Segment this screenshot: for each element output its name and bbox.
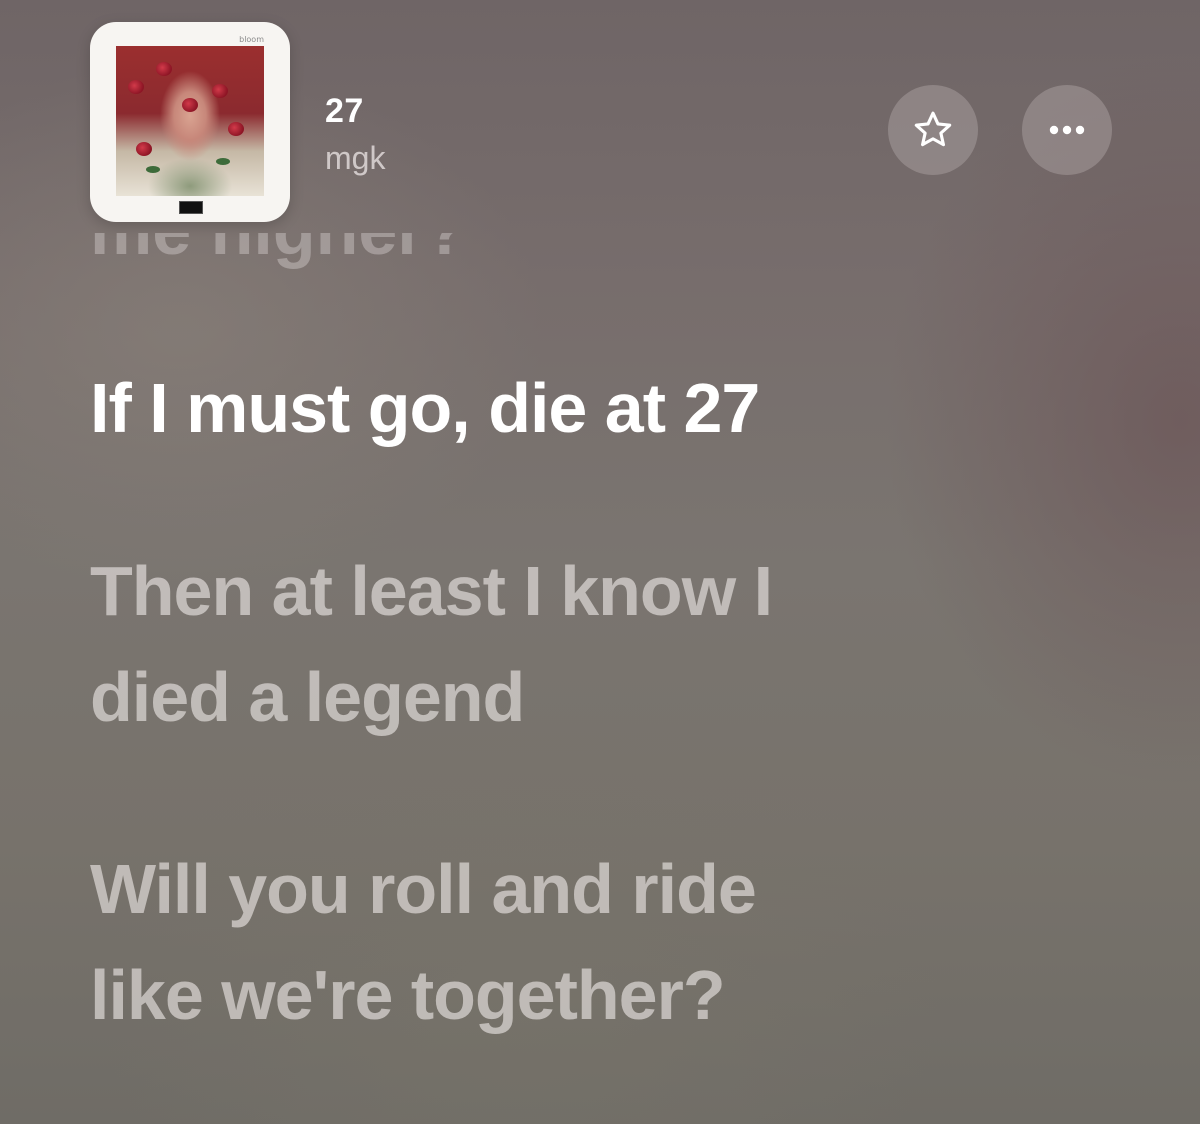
lyric-text: like we're together? (90, 956, 726, 1034)
rose-decoration (228, 122, 244, 136)
album-art-label: bloom (239, 35, 264, 44)
rose-decoration (156, 62, 172, 76)
more-icon (1049, 125, 1085, 135)
parental-advisory-icon (179, 201, 203, 214)
star-icon (914, 111, 952, 147)
lyric-text: Then at least I know I (90, 552, 773, 630)
album-artwork[interactable]: bloom (90, 22, 290, 222)
track-title: 27 (325, 92, 364, 130)
leaf-decoration (216, 158, 230, 165)
rose-decoration (136, 142, 152, 156)
rose-decoration (182, 98, 198, 112)
rose-decoration (212, 84, 228, 98)
favorite-button[interactable] (888, 85, 978, 175)
lyric-text: If I must go, die at 27 (90, 369, 760, 447)
rose-decoration (128, 80, 144, 94)
current-lyric-line[interactable]: If I must go, die at 27 (90, 355, 760, 461)
leaf-decoration (146, 166, 160, 173)
lyric-text: Will you roll and ride (90, 850, 757, 928)
upcoming-lyric-line[interactable]: Then at least I know I died a legend (90, 538, 773, 750)
album-art-photo (116, 46, 264, 196)
more-options-button[interactable] (1022, 85, 1112, 175)
lyric-text: died a legend (90, 658, 525, 736)
track-artist[interactable]: mgk (325, 140, 385, 177)
upcoming-lyric-line[interactable]: Will you roll and ride like we're togeth… (90, 836, 757, 1048)
